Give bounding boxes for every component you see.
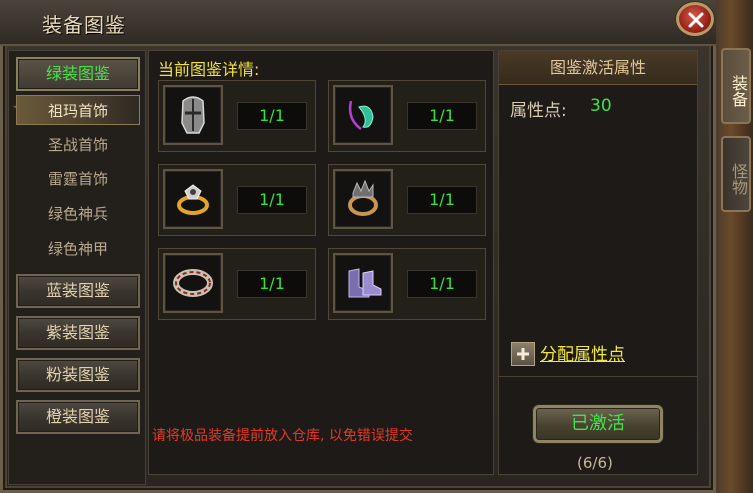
- sub-item-leiting[interactable]: 雷霆首饰: [16, 164, 140, 194]
- ring-icon: [163, 169, 223, 229]
- sub-item-shengzhan[interactable]: 圣战首饰: [16, 130, 140, 160]
- necklace-icon: [333, 85, 393, 145]
- category-orange[interactable]: 橙装图鉴: [16, 400, 140, 434]
- slot-count: 1/1: [237, 102, 307, 130]
- bracelet-icon: [163, 253, 223, 313]
- sub-item-green-armor[interactable]: 绿色神甲: [16, 234, 140, 264]
- activation-progress: (6/6): [577, 454, 613, 472]
- category-pink[interactable]: 粉装图鉴: [16, 358, 140, 392]
- slot-count: 1/1: [237, 186, 307, 214]
- assign-points-button[interactable]: [511, 342, 535, 366]
- ring-icon: [333, 169, 393, 229]
- equipment-slot[interactable]: 1/1: [158, 248, 316, 320]
- equipment-slot[interactable]: 1/1: [328, 164, 486, 236]
- helmet-icon: [163, 85, 223, 145]
- equipment-slot[interactable]: 1/1: [158, 164, 316, 236]
- equipment-slot[interactable]: 1/1: [328, 80, 486, 152]
- activated-button[interactable]: 已激活: [533, 405, 663, 443]
- category-purple[interactable]: 紫装图鉴: [16, 316, 140, 350]
- tab-monsters[interactable]: 怪物: [721, 136, 751, 212]
- category-green[interactable]: 绿装图鉴: [16, 57, 140, 91]
- plus-icon: [517, 348, 529, 360]
- slot-count: 1/1: [407, 186, 477, 214]
- panel-divider: [499, 376, 697, 377]
- attr-points-value: 30: [590, 96, 612, 116]
- assign-points-link[interactable]: 分配属性点: [540, 340, 625, 365]
- details-title: 当前图鉴详情:: [158, 60, 260, 79]
- close-icon: [688, 12, 704, 28]
- slot-count: 1/1: [407, 102, 477, 130]
- category-blue[interactable]: 蓝装图鉴: [16, 274, 140, 308]
- equipment-slot[interactable]: 1/1: [158, 80, 316, 152]
- activation-header: 图鉴激活属性: [499, 51, 697, 85]
- attr-points-label: 属性点:: [510, 101, 567, 121]
- tab-equipment[interactable]: 装备: [721, 48, 751, 124]
- boots-icon: [333, 253, 393, 313]
- window-title: 装备图鉴: [42, 13, 126, 37]
- warning-hint: 请将极品装备提前放入仓库, 以免错误提交: [152, 428, 413, 444]
- sub-item-zuma[interactable]: 祖玛首饰: [16, 95, 140, 125]
- equipment-slot[interactable]: 1/1: [328, 248, 486, 320]
- slot-count: 1/1: [407, 270, 477, 298]
- close-button[interactable]: [676, 2, 714, 36]
- slot-count: 1/1: [237, 270, 307, 298]
- sub-item-green-weapon[interactable]: 绿色神兵: [16, 199, 140, 229]
